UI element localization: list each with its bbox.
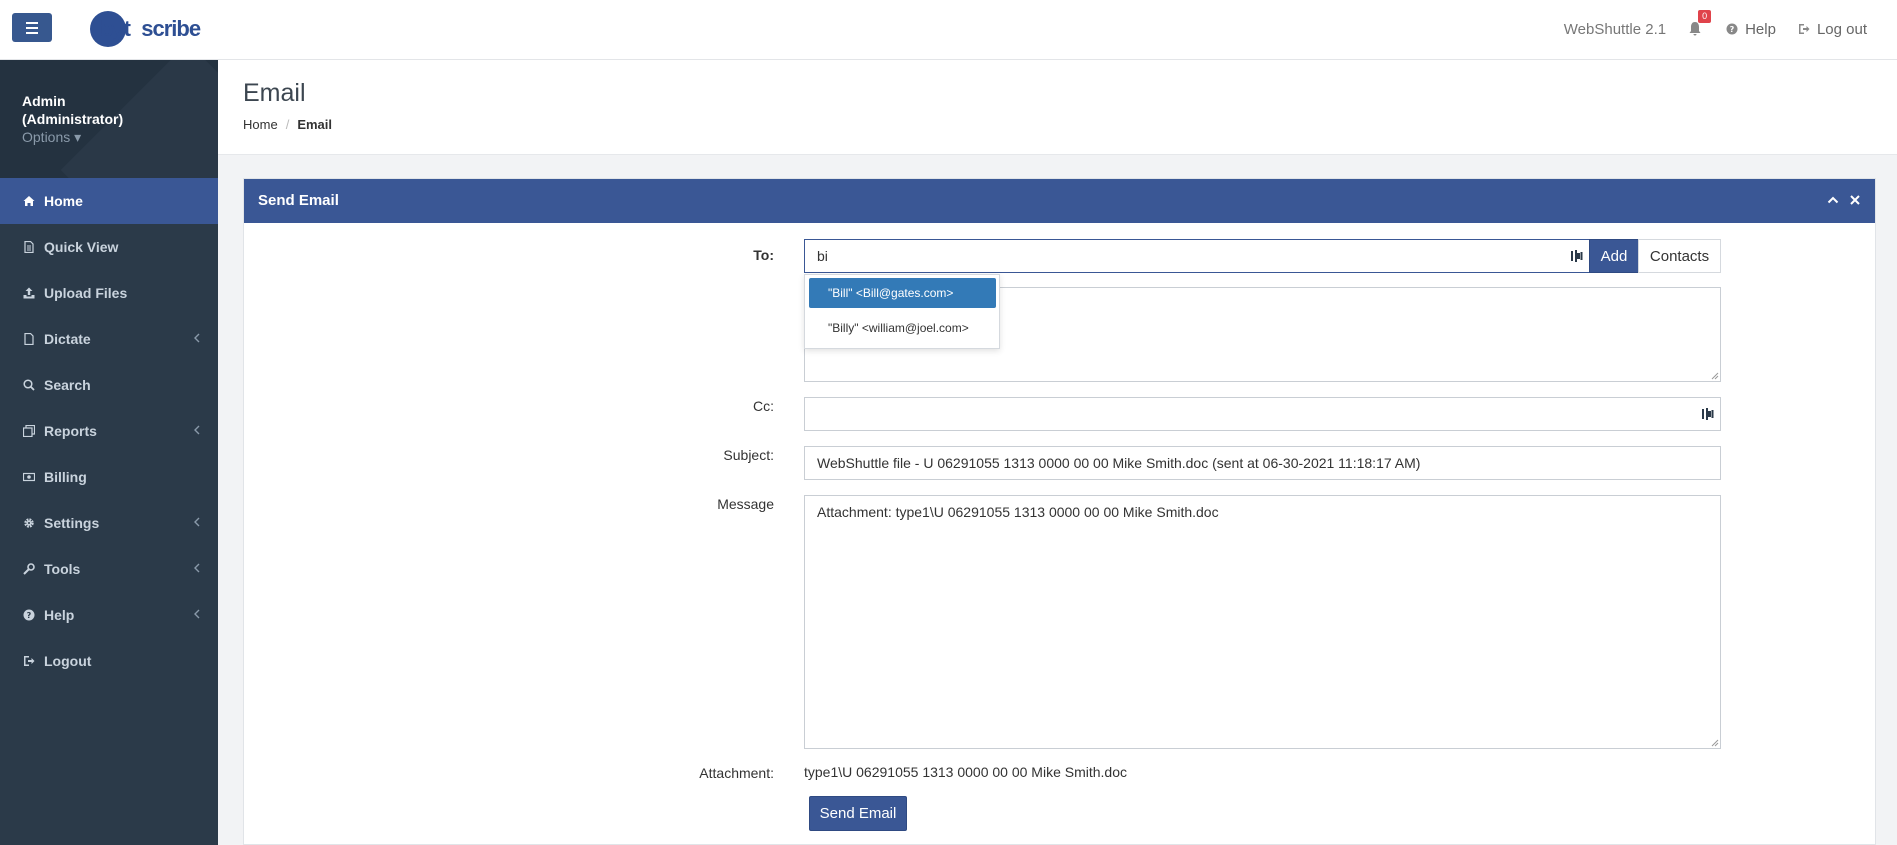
- chevron-left-icon: [194, 563, 200, 573]
- question-icon: ?: [23, 609, 35, 621]
- attachment-value: type1\U 06291055 1313 0000 00 00 Mike Sm…: [804, 764, 1128, 780]
- sidebar-nav: Home Quick View Upload Files Dictate Sea…: [0, 178, 218, 684]
- svg-text:?: ?: [27, 611, 32, 620]
- message-label: Message: [717, 496, 774, 512]
- resize-handle-icon[interactable]: [1711, 372, 1719, 380]
- logout-icon: [24, 656, 35, 666]
- to-input[interactable]: bi: [804, 239, 1590, 273]
- notification-count-badge: 0: [1698, 10, 1712, 23]
- sidebar-item-settings[interactable]: Settings: [0, 500, 218, 546]
- sidebar-item-logout[interactable]: Logout: [0, 638, 218, 684]
- suggestion-item[interactable]: "Billy" <william@joel.com>: [809, 313, 996, 343]
- attachment-label: Attachment:: [699, 765, 774, 781]
- notifications-button[interactable]: 0: [1688, 10, 1712, 37]
- help-link[interactable]: ? Help: [1726, 21, 1776, 38]
- question-circle-icon: ?: [1726, 23, 1738, 35]
- bell-icon: [1689, 22, 1701, 36]
- suggestion-item[interactable]: "Bill" <Bill@gates.com>: [809, 278, 996, 308]
- chevron-left-icon: [194, 425, 200, 435]
- reports-icon: [23, 425, 35, 437]
- breadcrumb-home-link[interactable]: Home: [243, 117, 278, 132]
- chevron-left-icon: [194, 609, 200, 619]
- money-icon: [23, 472, 35, 482]
- resize-handle-icon[interactable]: [1711, 739, 1719, 747]
- wrench-icon: [23, 563, 35, 575]
- sidebar-item-dictate[interactable]: Dictate: [0, 316, 218, 362]
- sidebar: Admin (Administrator) Options ▾ Home Qui…: [0, 60, 218, 845]
- chevron-left-icon: [194, 517, 200, 527]
- cc-label: Cc:: [753, 398, 774, 414]
- version-label: WebShuttle 2.1: [1563, 20, 1667, 38]
- user-options-dropdown[interactable]: Options ▾: [22, 129, 218, 146]
- breadcrumb: Home / Email: [243, 117, 332, 132]
- content-header: Email Home / Email: [218, 60, 1897, 155]
- document-icon: [24, 333, 34, 345]
- panel-header: Send Email: [244, 179, 1875, 223]
- logout-link[interactable]: Log out: [1798, 21, 1867, 38]
- gear-icon: [24, 518, 34, 528]
- chevron-left-icon: [194, 333, 200, 343]
- user-name: Admin (Administrator): [22, 93, 124, 127]
- sidebar-item-reports[interactable]: Reports: [0, 408, 218, 454]
- message-textarea[interactable]: Attachment: type1\U 06291055 1313 0000 0…: [804, 495, 1721, 749]
- panel-title: Send Email: [258, 192, 339, 209]
- sidebar-item-billing[interactable]: Billing: [0, 454, 218, 500]
- sidebar-item-home[interactable]: Home: [0, 178, 218, 224]
- close-icon[interactable]: [1849, 194, 1861, 206]
- sidebar-item-upload-files[interactable]: Upload Files: [0, 270, 218, 316]
- sidebar-item-tools[interactable]: Tools: [0, 546, 218, 592]
- to-label: To:: [753, 247, 774, 263]
- svg-text:?: ?: [1730, 25, 1735, 34]
- contacts-button[interactable]: Contacts: [1638, 239, 1721, 273]
- breadcrumb-current: Email: [297, 117, 332, 132]
- file-icon: [24, 241, 34, 253]
- sign-out-icon: [1798, 24, 1810, 34]
- page-title: Email: [243, 79, 306, 107]
- cc-input[interactable]: [804, 397, 1721, 431]
- top-right-menu: WebShuttle 2.1 0 ? Help Log out: [1564, 0, 1867, 58]
- send-email-button[interactable]: Send Email: [809, 796, 907, 831]
- address-book-icon[interactable]: [1571, 249, 1583, 263]
- address-book-icon[interactable]: [1702, 407, 1714, 421]
- upload-icon: [23, 287, 35, 299]
- add-recipient-button[interactable]: Add: [1589, 239, 1639, 273]
- collapse-icon[interactable]: [1827, 194, 1839, 206]
- autocomplete-dropdown: "Bill" <Bill@gates.com> "Billy" <william…: [804, 274, 1000, 349]
- subject-input[interactable]: WebShuttle file - U 06291055 1313 0000 0…: [804, 446, 1721, 480]
- hamburger-icon: [26, 21, 38, 24]
- search-icon: [23, 379, 35, 391]
- user-panel: Admin (Administrator) Options ▾: [0, 60, 218, 178]
- bytescribe-logo[interactable]: bytescribe: [90, 10, 201, 48]
- sidebar-item-help[interactable]: ? Help: [0, 592, 218, 638]
- sidebar-item-quick-view[interactable]: Quick View: [0, 224, 218, 270]
- home-icon: [23, 196, 35, 206]
- sidebar-toggle-button[interactable]: [12, 13, 52, 42]
- sidebar-item-search[interactable]: Search: [0, 362, 218, 408]
- top-navbar: bytescribe WebShuttle 2.1 0 ? Help Log o…: [0, 0, 1897, 60]
- subject-label: Subject:: [723, 447, 774, 463]
